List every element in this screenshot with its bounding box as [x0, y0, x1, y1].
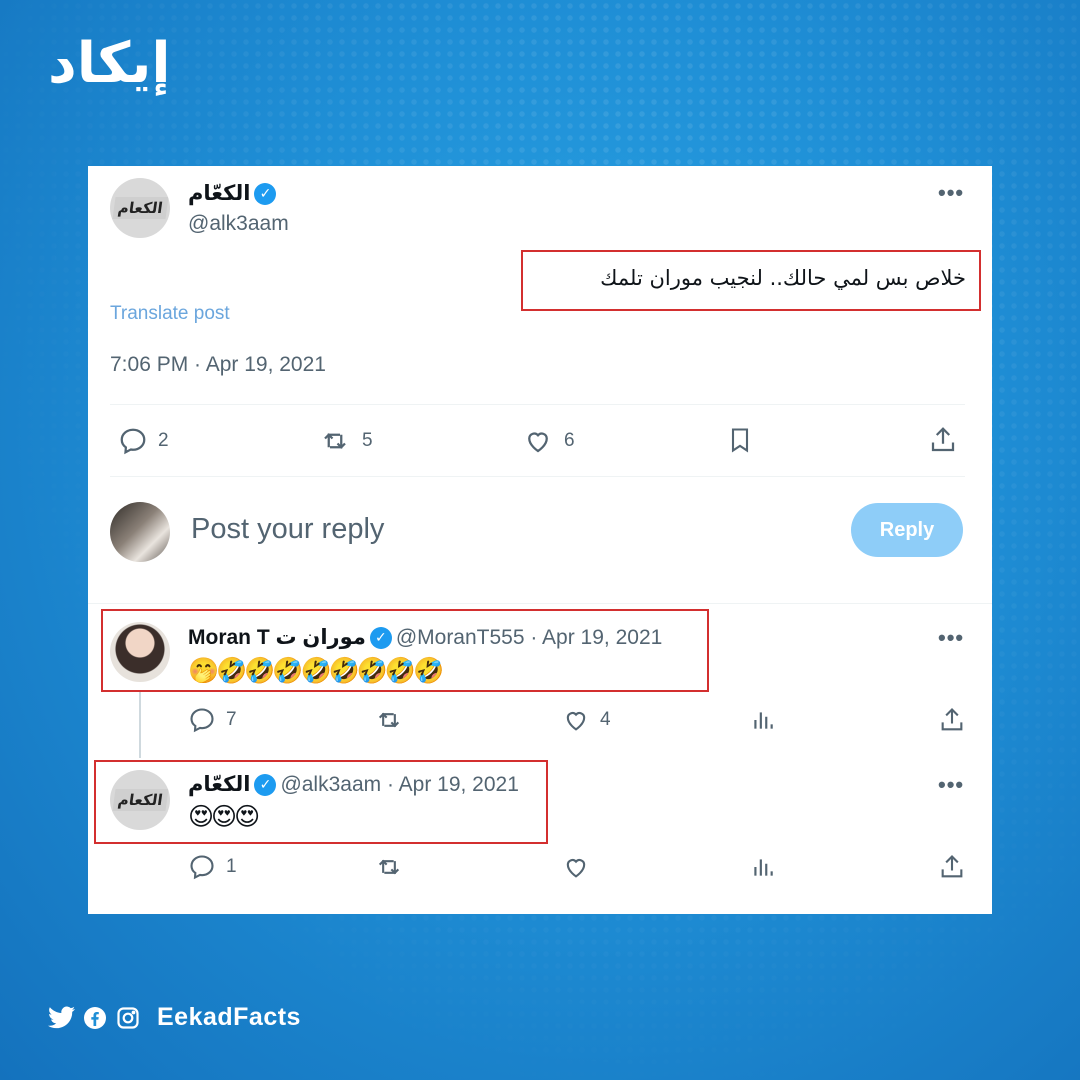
author-handle[interactable]: @alk3aam	[188, 212, 289, 236]
retweet-count: 5	[362, 430, 373, 451]
user-avatar[interactable]	[110, 502, 170, 562]
reply-button[interactable]: Reply	[851, 503, 963, 557]
like-icon	[566, 712, 586, 731]
footer: EekadFacts	[48, 1003, 301, 1032]
share-action[interactable]	[928, 425, 958, 455]
tweet-card: الكعام الكعّام ✓ @alk3aam ••• خلاص بس لم…	[88, 166, 992, 914]
reply2-like-action[interactable]	[562, 853, 590, 881]
reply2-reply-action[interactable]: 1	[188, 853, 237, 881]
reply-icon	[190, 708, 214, 733]
reply1-handle-date[interactable]: @MoranT555 · Apr 19, 2021	[396, 626, 662, 650]
views-icon	[754, 712, 773, 729]
views-icon	[754, 859, 773, 876]
reply2-views-action[interactable]	[750, 853, 776, 881]
verified-badge-icon: ✓	[369, 626, 392, 649]
reply1-header: Moran T موران ت ✓ @MoranT555 · Apr 19, 2…	[188, 625, 662, 650]
reply-icon	[120, 428, 146, 455]
reply-count: 2	[158, 430, 169, 451]
more-icon[interactable]: •••	[938, 625, 964, 651]
share-icon	[931, 427, 955, 452]
author-avatar[interactable]: الكعام	[110, 178, 170, 238]
reply2-reply-count: 1	[226, 856, 237, 877]
tweet-timestamp[interactable]: 7:06 PM · Apr 19, 2021	[110, 353, 326, 377]
instagram-icon[interactable]	[114, 1004, 141, 1031]
reply1-reply-count: 7	[226, 709, 237, 730]
retweet-icon	[378, 712, 400, 728]
reply2-share-action[interactable]	[938, 853, 966, 881]
reply1-retweet-action[interactable]	[374, 706, 404, 734]
facebook-icon[interactable]	[81, 1004, 108, 1031]
footer-handle[interactable]: EekadFacts	[157, 1003, 301, 1032]
reply2-avatar[interactable]: الكعام	[110, 770, 170, 830]
avatar-label: الكعام	[112, 789, 168, 811]
reply2-header: الكعّام ✓ @alk3aam · Apr 19, 2021	[188, 772, 519, 797]
reply2-retweet-action[interactable]	[374, 853, 404, 881]
reply2-text: 😍😍😍	[188, 802, 260, 831]
thread-line	[139, 692, 141, 758]
like-count: 6	[564, 430, 575, 451]
divider	[110, 476, 965, 477]
like-icon	[528, 432, 548, 453]
share-icon	[941, 855, 963, 878]
moran-avatar[interactable]	[110, 622, 170, 682]
reply1-share-action[interactable]	[938, 706, 966, 734]
reply1-text: 🤭🤣🤣🤣🤣🤣🤣🤣🤣	[188, 656, 444, 685]
verified-badge-icon: ✓	[254, 182, 277, 205]
reply1-like-count: 4	[600, 709, 611, 730]
reply-action[interactable]: 2	[118, 426, 169, 456]
verified-badge-icon: ✓	[254, 773, 277, 796]
share-icon	[941, 708, 963, 731]
bookmark-icon	[731, 428, 749, 453]
translate-link[interactable]: Translate post	[110, 303, 230, 325]
more-icon[interactable]: •••	[938, 180, 964, 206]
reply1-like-action[interactable]: 4	[562, 706, 611, 734]
divider	[88, 603, 992, 604]
retweet-icon	[378, 859, 400, 875]
reply2-author-name[interactable]: الكعّام	[188, 772, 250, 797]
reply1-author-name[interactable]: Moran T موران ت	[188, 625, 366, 650]
author-name[interactable]: الكعّام	[188, 181, 250, 206]
reply1-views-action[interactable]	[750, 706, 776, 734]
more-icon[interactable]: •••	[938, 772, 964, 798]
bookmark-action[interactable]	[726, 424, 754, 456]
divider	[110, 404, 965, 405]
tweet-text: خلاص بس لمي حالك.. لنجيب موران تلمك	[600, 266, 966, 290]
twitter-icon[interactable]	[48, 1004, 75, 1031]
like-icon	[566, 859, 586, 878]
reply2-handle-date[interactable]: @alk3aam · Apr 19, 2021	[280, 773, 518, 797]
retweet-icon	[324, 433, 346, 449]
avatar-label: الكعام	[112, 197, 168, 219]
reply-icon	[190, 855, 214, 880]
reply-input[interactable]: Post your reply	[191, 513, 384, 546]
retweet-action[interactable]: 5	[318, 426, 373, 456]
reply1-reply-action[interactable]: 7	[188, 706, 237, 734]
brand-logo: إيكاد	[48, 31, 173, 96]
like-action[interactable]: 6	[522, 426, 575, 456]
author-name-row: الكعّام ✓	[188, 181, 280, 206]
